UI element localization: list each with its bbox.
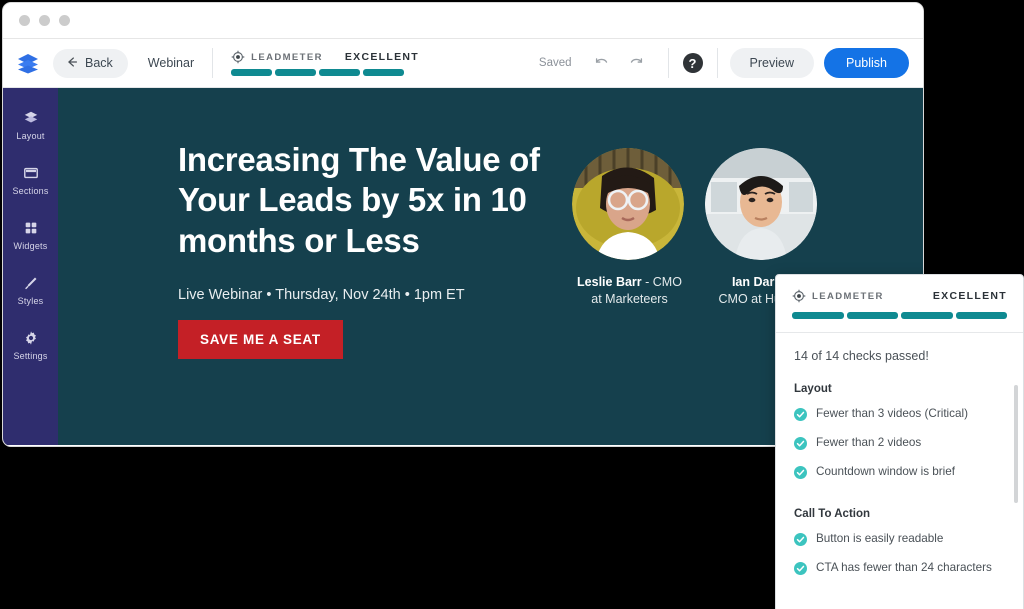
window-titlebar [3,3,923,39]
leadmeter-segment [363,69,405,76]
check-circle-icon [794,408,807,421]
check-group-layout: Layout Fewer than 3 videos (Critical) Fe… [794,383,1007,480]
saved-status-label: Saved [538,57,572,69]
leadmeter-bar [231,69,419,76]
leadmeter-panel: LEADMETER EXCELLENT 14 of 14 checks pass… [775,274,1024,609]
check-item[interactable]: Fewer than 3 videos (Critical) [794,407,1007,421]
redo-icon[interactable] [624,51,648,75]
help-icon[interactable]: ? [682,53,703,73]
left-sidebar: Layout Sections Widgets Styles Settings [3,88,58,445]
check-item-label: Fewer than 3 videos (Critical) [816,407,968,420]
check-item[interactable]: Fewer than 2 videos [794,436,1007,451]
close-icon[interactable] [19,15,30,26]
check-circle-icon [794,466,807,480]
speaker-name: Leslie Barr [577,275,642,289]
leadmeter-segment [846,312,898,319]
sidebar-item-sections[interactable]: Sections [3,155,58,210]
minimize-icon[interactable] [39,15,50,26]
leadmeter-label: LEADMETER [251,51,323,63]
toolbar-divider [716,48,718,78]
publish-button[interactable]: Publish [824,48,909,78]
checks-summary: 14 of 14 checks passed! [794,349,929,363]
paintbrush-icon [22,274,39,291]
toolbar-leadmeter[interactable]: LEADMETER EXCELLENT [231,50,419,76]
screenshot-root: Back Webinar LEADMETER EXCELLENT Saved ?… [0,0,1024,609]
maximize-icon[interactable] [59,15,70,26]
speaker-caption: Leslie Barr - CMO at Marketeers [572,274,687,308]
check-item[interactable]: Button is easily readable [794,532,1007,547]
check-item-label: Countdown window is brief [816,465,956,479]
layers-logo-icon[interactable] [15,50,41,76]
panel-leadmeter-label: LEADMETER [812,290,884,302]
speaker-avatar-photo [705,148,817,260]
cta-button[interactable]: SAVE ME A SEAT [178,319,343,359]
leadmeter-segment [792,312,844,319]
speaker-avatar-photo [572,148,684,260]
check-item[interactable]: CTA has fewer than 24 characters [794,561,1007,576]
target-icon [231,50,245,64]
panel-leadmeter-bar [792,312,1007,319]
vertical-scrollbar[interactable] [1014,385,1018,595]
check-group-title: Layout [794,383,832,395]
panel-leadmeter-rating: EXCELLENT [932,290,1007,302]
leadmeter-panel-header: LEADMETER EXCELLENT [776,275,1023,333]
sidebar-item-label: Layout [16,131,45,141]
scrollbar-thumb[interactable] [1014,385,1018,503]
leadmeter-rating: EXCELLENT [344,51,419,63]
hero-subheading[interactable]: Live Webinar • Thursday, Nov 24th • 1pm … [178,287,548,303]
widgets-grid-icon [22,219,39,236]
page-name-label: Webinar [147,56,195,70]
speaker-card[interactable]: Leslie Barr - CMO at Marketeers [572,148,687,359]
app-toolbar: Back Webinar LEADMETER EXCELLENT Saved ?… [3,39,923,88]
check-circle-icon [794,437,807,451]
check-item[interactable]: Countdown window is brief [794,465,1007,480]
leadmeter-segment [319,69,361,76]
target-icon [792,289,806,303]
sidebar-item-layout[interactable]: Layout [3,100,58,155]
leadmeter-segment [901,312,953,319]
sidebar-item-styles[interactable]: Styles [3,265,58,320]
back-button[interactable]: Back [53,48,128,78]
gear-icon [22,329,39,346]
check-item-label: Fewer than 2 videos [816,436,922,450]
leadmeter-segment [231,69,273,76]
toolbar-divider [212,48,214,78]
sidebar-item-label: Widgets [13,241,48,251]
sidebar-item-label: Styles [17,296,44,306]
leadmeter-segment [275,69,317,76]
undo-icon[interactable] [590,51,614,75]
toolbar-divider [667,48,669,78]
toolbar-right-group: Saved ? Preview Publish [539,48,909,78]
back-button-label: Back [85,56,113,70]
page-title[interactable]: Increasing The Value of Your Leads by 5x… [178,140,548,261]
check-circle-icon [794,562,807,576]
check-item-label: CTA has fewer than 24 characters [816,561,992,575]
sections-icon [22,164,39,181]
leadmeter-panel-body[interactable]: 14 of 14 checks passed! Layout Fewer tha… [776,333,1023,609]
check-item-label: Button is easily readable [816,532,944,546]
check-group-call-to-action: Call To Action Button is easily readable… [794,508,1007,576]
hero-text-column: Increasing The Value of Your Leads by 5x… [178,140,548,359]
check-circle-icon [794,533,807,547]
preview-button[interactable]: Preview [729,48,814,78]
sidebar-item-widgets[interactable]: Widgets [3,210,58,265]
leadmeter-segment [955,312,1007,319]
sidebar-item-label: Settings [13,351,48,361]
arrow-left-icon [65,55,79,72]
sidebar-item-settings[interactable]: Settings [3,320,58,375]
layers-icon [22,109,39,126]
check-group-title: Call To Action [794,508,871,521]
sidebar-item-label: Sections [12,186,49,196]
